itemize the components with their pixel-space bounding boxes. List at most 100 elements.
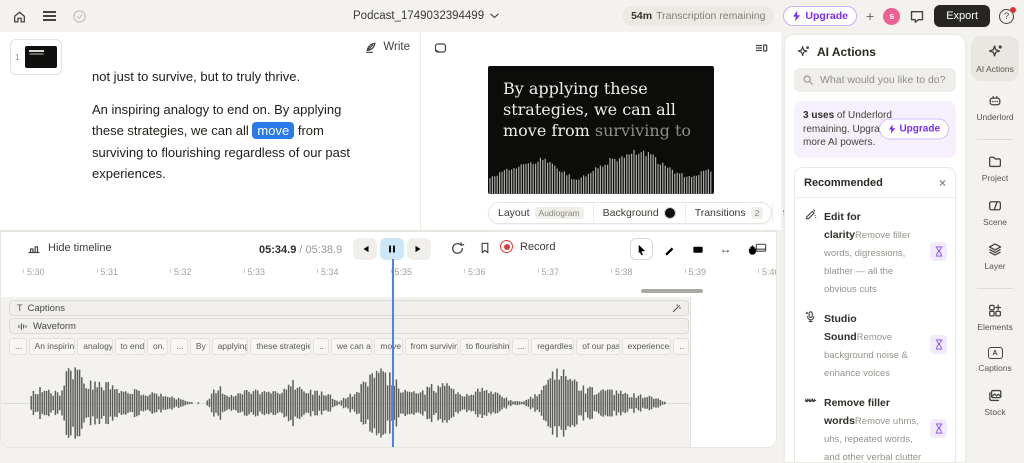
ai-actions-panel: AI Actions What would you like to do? 3 … [784,34,966,463]
upgrade-button[interactable]: Upgrade [783,6,858,26]
export-button[interactable]: Export [934,5,990,27]
caption-chip[interactable]: move [374,338,403,355]
ruler-label: 5:32 [170,267,192,277]
rail-item-underlord[interactable]: Underlord [976,93,1014,122]
record-button[interactable]: Record [500,240,555,253]
caption-chip[interactable]: of our past [576,338,620,355]
timeline-tools: ↔ [630,238,765,260]
skip-forward-button[interactable] [407,238,431,260]
strikethrough-words-icon [804,394,817,407]
quill-icon [364,40,378,54]
search-icon [802,74,814,86]
rail-item-elements[interactable]: Elements [977,303,1013,332]
loop-playback-icon[interactable] [450,241,465,256]
stock-media-icon [987,388,1003,403]
hide-timeline-button[interactable]: Hide timeline [27,241,112,255]
caption-chip[interactable]: regardless [531,338,575,355]
waveform-plot[interactable] [1,359,691,448]
background-swatch [663,207,676,219]
caption-chip[interactable]: applying [211,338,249,355]
caption-chip[interactable]: experiences. [621,338,672,355]
canvas-controls: Layout Audiogram Background Transitions … [488,202,795,224]
scene-thumbnail-card[interactable]: 1 [10,39,62,75]
captions-track[interactable]: T Captions [9,300,689,316]
caption-chip[interactable]: to flourishing [459,338,510,355]
recommended-section: Recommended × Edit for clarityRemove fil… [794,166,956,462]
ruler-label: 5:35 [390,267,413,277]
ruler-label: 5:37 [537,267,560,277]
timeline-ruler[interactable]: 5:30 5:31 5:32 5:33 5:34 5:35 5:36 5:37 5:38 5:39… [1,263,776,289]
caption-chip[interactable]: on. [147,338,169,355]
transcript-paragraph[interactable]: An inspiring analogy to end on. By apply… [92,99,368,185]
rail-item-ai-actions[interactable]: AI Actions [971,36,1019,81]
help-icon[interactable]: ? [999,6,1016,24]
rail-item-captions[interactable]: A Captions [978,347,1012,373]
caption-chip[interactable]: .. [313,338,329,355]
ai-sparkle-icon [796,45,810,59]
underlord-badge [930,242,947,261]
playback-time: 05:34.9 / 05:38.9 [259,244,343,256]
rail-item-scene[interactable]: Scene [983,198,1007,227]
captions-style-icon[interactable] [671,303,682,314]
skip-back-button[interactable] [353,238,377,260]
caption-chip[interactable]: analogy [77,338,113,355]
home-icon[interactable] [12,9,27,24]
pause-button[interactable] [380,238,404,260]
selected-word[interactable]: move [252,122,295,139]
scene-icon [987,198,1003,213]
select-tool[interactable] [630,238,653,260]
razor-tool[interactable] [658,238,681,260]
ai-action-edit-for-clarity[interactable]: Edit for clarityRemove filler words, dig… [804,201,947,303]
recommended-title: Recommended [804,176,883,189]
project-title-menu[interactable]: Podcast_1749032394499 [353,0,499,32]
range-tool[interactable]: ↔ [714,238,737,260]
close-icon[interactable]: × [939,176,946,190]
ruler-label: 5:33 [243,267,266,277]
video-canvas[interactable]: By applying these strategies, we can all… [488,66,714,194]
timeline-scrollbar-thumb[interactable] [641,289,703,293]
caption-chip[interactable]: from surviving [404,338,458,355]
comments-icon[interactable] [909,8,925,24]
add-collaborator-icon[interactable]: + [866,8,874,24]
transitions-count-badge: 2 [750,207,764,219]
underlord-badge [930,419,947,438]
transitions-control[interactable]: Transitions 2 [684,203,773,223]
bookmark-icon[interactable] [478,241,492,255]
caption-chip[interactable]: An inspiring [28,338,76,355]
caption-chip[interactable]: .. [673,338,689,355]
trim-tool[interactable] [686,238,709,260]
caption-chip[interactable]: ... [170,338,188,355]
ruler-label: 5:34 [317,267,339,277]
caption-chips: ... An inspiring analogy to end on.... By appl… [9,338,689,355]
rail-item-project[interactable]: Project [982,154,1008,183]
playhead[interactable] [392,259,394,447]
rail-item-layer[interactable]: Layer [984,242,1006,271]
menu-icon[interactable] [43,12,56,20]
layout-control[interactable]: Layout Audiogram [489,203,593,223]
waveform-track[interactable]: Waveform [9,318,689,334]
caption-chip[interactable]: we can all [330,338,373,355]
aspect-ratio-icon[interactable] [433,41,448,55]
caption-chip[interactable]: ... [9,338,27,355]
caption-chip[interactable]: these strategies, [250,338,312,355]
avatar[interactable]: s [883,7,901,25]
rail-item-stock[interactable]: Stock [984,388,1006,417]
background-control[interactable]: Background [592,203,685,223]
transcript-paragraph[interactable]: not just to survive, but to truly thrive… [92,66,368,88]
caption-chip[interactable]: By [189,338,210,355]
transcript-text[interactable]: not just to survive, but to truly thrive… [92,66,368,185]
upgrade-button-secondary[interactable]: Upgrade [879,118,949,140]
write-button[interactable]: Write [364,40,410,54]
fit-timeline-icon[interactable] [754,241,768,254]
waveform-track-icon [17,321,28,332]
scene-list-icon[interactable] [754,41,769,55]
notification-dot [1010,6,1016,13]
ai-action-studio-sound[interactable]: Studio SoundRemove background noise & en… [804,303,947,387]
underlord-badge [930,335,947,354]
caption-chip[interactable]: ... [511,338,530,355]
lightning-icon [888,124,896,135]
ruler-label: 5:40 [758,267,776,277]
ai-search-input[interactable]: What would you like to do? [794,68,956,92]
ai-action-remove-filler-words[interactable]: Remove filler wordsRemove uhms, uhs, rep… [804,387,947,462]
caption-chip[interactable]: to end [114,338,146,355]
